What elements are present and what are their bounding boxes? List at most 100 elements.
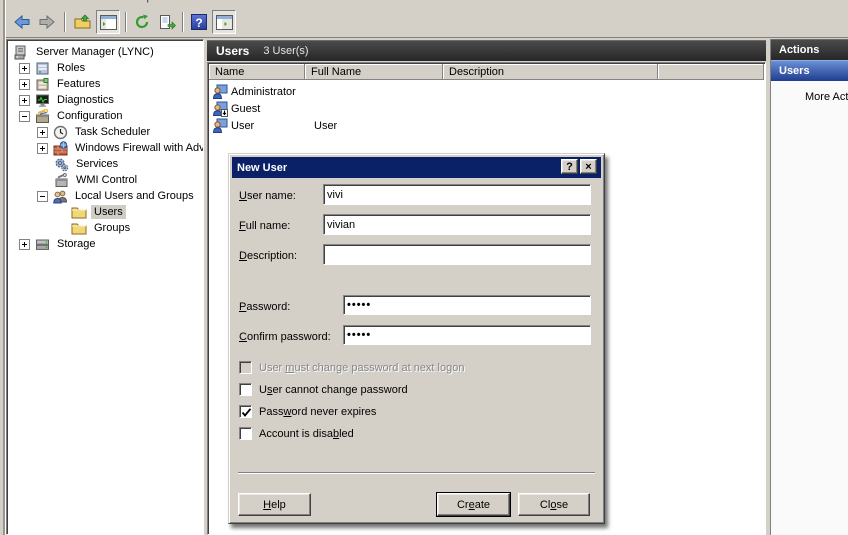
collapse-icon[interactable] — [37, 191, 48, 202]
dialog-help-button[interactable]: ? — [561, 159, 578, 174]
user-icon — [212, 118, 228, 134]
tree-item-task-scheduler[interactable]: Task Scheduler — [37, 124, 153, 140]
diagnostics-icon — [34, 92, 50, 108]
up-one-level-button[interactable] — [70, 10, 94, 34]
full-name-label: Full name: — [239, 220, 290, 232]
toolbar-separator — [182, 12, 184, 32]
confirm-password-input[interactable] — [343, 325, 591, 345]
description-input[interactable] — [323, 244, 591, 265]
task-scheduler-icon — [52, 124, 68, 140]
user-full-name: User — [306, 120, 444, 132]
menu-file[interactable]: File — [10, 0, 28, 3]
help-button[interactable]: ? — [187, 10, 211, 34]
actions-pane: Actions Users More Actions — [770, 39, 848, 535]
refresh-button[interactable] — [130, 10, 154, 34]
tree-item-label: Roles — [54, 61, 88, 75]
expand-icon[interactable] — [19, 239, 30, 250]
menu-action[interactable]: Action — [46, 0, 77, 3]
expand-icon[interactable] — [19, 95, 30, 106]
firewall-icon — [52, 140, 68, 156]
back-button[interactable] — [10, 10, 34, 34]
expand-icon[interactable] — [19, 63, 30, 74]
menu-help[interactable]: Help — [130, 0, 153, 3]
column-header-name[interactable]: Name — [209, 64, 305, 80]
menubar: File Action View Help — [6, 0, 306, 7]
tree-item-roles[interactable]: Roles — [19, 60, 88, 76]
results-pane-header: Users 3 User(s) — [207, 40, 766, 61]
tree-item-storage[interactable]: Storage — [19, 236, 99, 252]
forward-button[interactable] — [35, 10, 59, 34]
column-header-description[interactable]: Description — [443, 64, 658, 80]
tree-item-local-users-groups[interactable]: Local Users and Groups — [37, 188, 197, 204]
tree-item-groups[interactable]: Groups — [71, 220, 133, 236]
tree-item-label: Groups — [91, 221, 133, 235]
console-tree: Server Manager (LYNC) Roles Features Dia… — [6, 39, 204, 535]
item-count: 3 User(s) — [263, 45, 308, 57]
checkbox-password-never-expires[interactable]: Password never expires — [239, 405, 376, 418]
column-header-blank[interactable] — [658, 64, 764, 80]
tree-item-label: Storage — [54, 237, 99, 251]
services-icon — [53, 156, 69, 172]
collapse-icon[interactable] — [19, 111, 30, 122]
user-row-guest[interactable]: Guest — [210, 100, 444, 117]
tree-item-label: Diagnostics — [54, 93, 117, 107]
folder-icon — [71, 204, 87, 220]
dialog-title: New User — [237, 162, 287, 174]
tree-item-services[interactable]: Services — [53, 156, 121, 172]
tree-item-windows-firewall[interactable]: Windows Firewall with Advanced Security — [37, 140, 203, 156]
checkmark-icon[interactable] — [239, 405, 252, 418]
user-row-administrator[interactable]: Administrator — [210, 83, 444, 100]
password-input[interactable] — [343, 295, 591, 315]
tree-item-label: Local Users and Groups — [72, 189, 197, 203]
dialog-separator — [238, 472, 595, 474]
tree-item-diagnostics[interactable]: Diagnostics — [19, 92, 117, 108]
expand-icon[interactable] — [19, 79, 30, 90]
toolbar-separator — [64, 12, 66, 32]
show-action-pane-button[interactable] — [212, 10, 236, 34]
more-actions-link[interactable]: More Actions — [805, 91, 848, 103]
actions-group-users[interactable]: Users — [771, 60, 848, 81]
expand-icon[interactable] — [37, 127, 48, 138]
user-name: Guest — [231, 103, 260, 115]
tree-item-wmi-control[interactable]: WMI Control — [53, 172, 140, 188]
confirm-password-label: Confirm password: — [239, 331, 331, 343]
user-row-user[interactable]: User User — [210, 117, 444, 134]
export-list-icon — [159, 14, 176, 30]
dialog-titlebar[interactable]: New User — [232, 157, 601, 178]
features-icon — [34, 76, 50, 92]
tree-item-features[interactable]: Features — [19, 76, 103, 92]
full-name-input[interactable] — [323, 214, 591, 235]
up-one-level-icon — [74, 14, 91, 30]
tree-item-server-manager[interactable]: Server Manager (LYNC) — [13, 44, 157, 60]
export-list-button[interactable] — [155, 10, 179, 34]
user-name: Administrator — [231, 86, 296, 98]
toolbar: ? — [6, 7, 848, 38]
list-header: Name Full Name Description — [209, 64, 764, 80]
close-button[interactable]: Close — [518, 493, 590, 516]
checkbox-cannot-change-password[interactable]: User cannot change password — [239, 383, 408, 396]
help-dialog-button[interactable]: Help — [238, 493, 311, 516]
menu-view[interactable]: View — [92, 0, 116, 3]
show-console-tree-button[interactable] — [96, 10, 120, 34]
tree-item-label: WMI Control — [73, 173, 140, 187]
column-header-full-name[interactable]: Full Name — [305, 64, 443, 80]
tree-item-label: Windows Firewall with Advanced Security — [72, 141, 203, 155]
dialog-close-button[interactable]: × — [580, 159, 597, 174]
actions-pane-title: Actions — [771, 39, 848, 60]
tree-item-users[interactable]: Users — [71, 204, 126, 220]
forward-icon — [38, 14, 56, 30]
storage-icon — [34, 236, 50, 252]
user-name-input[interactable] — [323, 184, 591, 205]
tree-item-label: Features — [54, 77, 103, 91]
tree-item-configuration[interactable]: Configuration — [19, 108, 125, 124]
show-console-tree-icon — [100, 15, 117, 30]
checkbox-account-disabled[interactable]: Account is disabled — [239, 427, 354, 440]
wmi-control-icon — [53, 172, 69, 188]
show-action-pane-icon — [216, 15, 233, 30]
expand-icon[interactable] — [37, 143, 48, 154]
checkbox-icon[interactable] — [239, 427, 252, 440]
local-users-groups-icon — [52, 188, 68, 204]
tree-item-label: Users — [91, 205, 126, 219]
create-button[interactable]: Create — [437, 493, 510, 516]
checkbox-icon[interactable] — [239, 383, 252, 396]
